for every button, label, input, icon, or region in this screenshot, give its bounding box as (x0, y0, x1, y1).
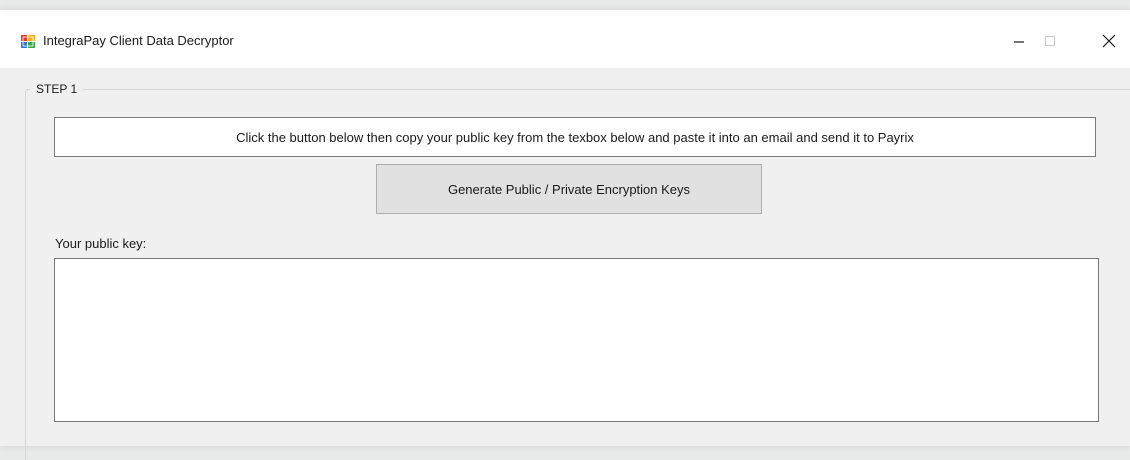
instruction-text: Click the button below then copy your pu… (54, 117, 1096, 157)
public-key-label: Your public key: (55, 236, 147, 251)
window-title: IntegraPay Client Data Decryptor (43, 33, 234, 48)
public-key-textbox[interactable] (54, 258, 1099, 422)
step1-group-label: STEP 1 (30, 80, 84, 98)
maximize-icon (1044, 35, 1056, 47)
minimize-icon (1013, 35, 1025, 47)
generate-keys-button[interactable]: Generate Public / Private Encryption Key… (376, 164, 762, 214)
maximize-button[interactable] (1028, 24, 1072, 58)
close-icon (1102, 34, 1116, 48)
app-icon (20, 33, 36, 49)
app-window: IntegraPay Client Data Decryptor STEP 1 … (0, 10, 1130, 460)
title-bar[interactable]: IntegraPay Client Data Decryptor (0, 10, 1130, 68)
close-button[interactable] (1087, 24, 1130, 58)
